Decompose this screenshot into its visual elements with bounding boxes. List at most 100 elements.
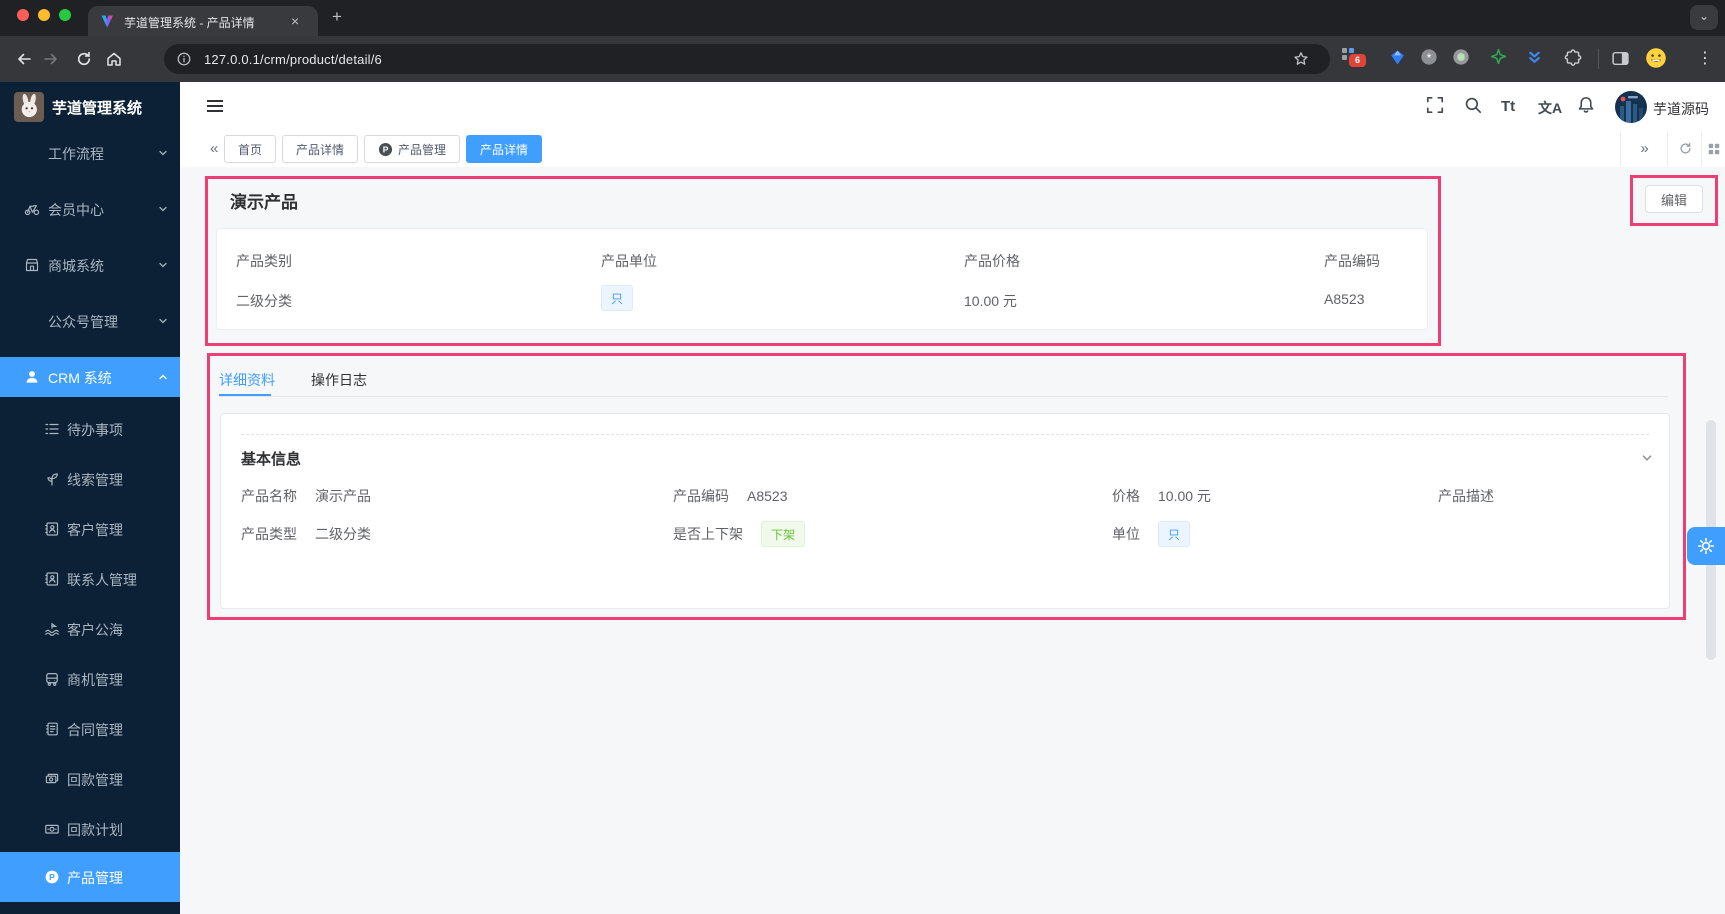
brand-title: 芋道管理系统 xyxy=(52,100,143,117)
tab-search-button[interactable]: ⌄ xyxy=(1690,5,1718,30)
sidebar-item-business[interactable]: 商机管理 xyxy=(0,659,180,699)
tab-close-icon[interactable]: × xyxy=(291,13,299,29)
extension-badge: 6 xyxy=(1349,54,1366,67)
extension-star-icon[interactable] xyxy=(1490,48,1507,65)
user-avatar[interactable] xyxy=(1615,91,1647,123)
fullscreen-icon[interactable] xyxy=(1425,95,1445,115)
yudao-favicon xyxy=(99,13,115,29)
gear-icon xyxy=(1697,537,1715,555)
bell-icon[interactable] xyxy=(1576,95,1596,115)
font-size-icon[interactable]: Tt xyxy=(1501,98,1515,115)
clue-sprout-icon xyxy=(44,471,60,487)
forward-icon[interactable] xyxy=(42,50,60,68)
product-title: 演示产品 xyxy=(230,193,298,212)
search-icon[interactable] xyxy=(1463,95,1483,115)
chevron-down-icon xyxy=(158,260,168,270)
browser-menu-icon[interactable]: ⋮ xyxy=(1697,48,1713,68)
extension-double-chevron-icon[interactable] xyxy=(1526,49,1543,66)
sidebar-item-workflow[interactable]: 工作流程 xyxy=(0,133,180,173)
collapse-chevron-icon[interactable] xyxy=(1641,452,1653,464)
contact-book-icon xyxy=(44,521,60,537)
sidebar-item-contact[interactable]: 联系人管理 xyxy=(0,559,180,599)
browser-toolbar: 127.0.0.1/crm/product/detail/6 6 * ⋮ xyxy=(0,36,1725,82)
sidebar-item-todo[interactable]: 待办事项 xyxy=(0,409,180,449)
tag-chip-product-manage[interactable]: P 产品管理 xyxy=(364,135,461,163)
sidebar-item-clue[interactable]: 线索管理 xyxy=(0,459,180,499)
username[interactable]: 芋道源码 xyxy=(1653,99,1709,119)
locale-icon[interactable]: 文A xyxy=(1538,98,1562,118)
field-product-name: 产品名称 演示产品 xyxy=(241,488,371,504)
profile-avatar-emoji[interactable] xyxy=(1645,47,1667,69)
window-close-button[interactable] xyxy=(17,9,29,21)
browser-tab[interactable]: 芋道管理系统 - 产品详情 × xyxy=(88,6,318,36)
svg-text:P: P xyxy=(49,872,55,882)
sidebar-item-member-center[interactable]: 会员中心 xyxy=(0,189,180,229)
active-tab-underline xyxy=(219,394,271,396)
product-price-value: 10.00 元 xyxy=(964,293,1017,309)
section-title: 基本信息 xyxy=(241,451,302,468)
product-summary-card: 产品类别 二级分类 产品单位 只 产品价格 10.00 元 产品编码 A8523 xyxy=(216,228,1428,330)
reload-icon[interactable] xyxy=(75,50,93,68)
app-header: Tt 文A 芋道源码 xyxy=(180,82,1725,132)
contact-book-icon xyxy=(44,571,60,587)
product-code-value: A8523 xyxy=(1324,291,1365,307)
product-category-value: 二级分类 xyxy=(236,293,292,309)
sidebar-item-official-account[interactable]: 公众号管理 xyxy=(0,301,180,341)
home-icon[interactable] xyxy=(105,50,123,68)
url-bar[interactable]: 127.0.0.1/crm/product/detail/6 xyxy=(164,44,1330,74)
tag-chip-product-detail-active[interactable]: 产品详情 xyxy=(466,135,543,163)
field-product-type: 产品类型 二级分类 xyxy=(241,526,371,542)
browser-tabstrip: 芋道管理系统 - 产品详情 × + ⌄ xyxy=(0,0,1725,36)
extension-circle-asterisk-icon[interactable]: * xyxy=(1420,48,1438,66)
tags-expand-button[interactable]: » xyxy=(1620,131,1668,166)
extension-grid-badge-icon[interactable]: 6 xyxy=(1341,47,1366,71)
todo-list-icon xyxy=(44,421,60,437)
dashed-divider xyxy=(241,434,1649,435)
url-text: 127.0.0.1/crm/product/detail/6 xyxy=(204,52,382,67)
main-content: 演示产品 编辑 产品类别 二级分类 产品单位 只 产品价格 10.00 元 产品… xyxy=(180,167,1725,914)
extension-gem-icon[interactable] xyxy=(1389,49,1406,66)
side-panel-icon[interactable] xyxy=(1611,49,1630,68)
settings-gear-button[interactable] xyxy=(1687,527,1725,565)
svg-text:*: * xyxy=(1427,51,1432,65)
layout-grid-icon[interactable] xyxy=(1701,131,1725,166)
off-shelf-tag: 下架 xyxy=(761,521,806,547)
tags-collapse-icon[interactable]: « xyxy=(210,140,218,157)
menu-fold-icon[interactable] xyxy=(207,97,223,115)
back-icon[interactable] xyxy=(15,50,33,68)
sidebar-item-mall-system[interactable]: 商城系统 xyxy=(0,245,180,285)
sidebar-item-customer[interactable]: 客户管理 xyxy=(0,509,180,549)
tabs-divider xyxy=(219,396,1668,397)
sidebar-item-public-sea[interactable]: 客户公海 xyxy=(0,609,180,649)
extension-circle-dot-icon[interactable] xyxy=(1452,48,1470,66)
sidebar-item-receivable-plan[interactable]: 回款计划 xyxy=(0,809,180,849)
unit-tag: 只 xyxy=(1158,521,1191,547)
extensions-puzzle-icon[interactable] xyxy=(1564,48,1582,66)
window-zoom-button[interactable] xyxy=(59,9,71,21)
sidebar-item-product[interactable]: P 产品管理 xyxy=(0,852,180,902)
tags-refresh-icon[interactable] xyxy=(1667,131,1702,166)
new-tab-button[interactable]: + xyxy=(332,7,342,27)
field-product-code: 产品编码 A8523 xyxy=(673,488,788,504)
sidebar-item-crm-system[interactable]: CRM 系统 xyxy=(0,357,180,397)
sidebar-item-contract[interactable]: 合同管理 xyxy=(0,709,180,749)
banknote-icon xyxy=(44,821,60,837)
field-shelf-status: 是否上下架 下架 xyxy=(673,521,806,547)
edit-button[interactable]: 编辑 xyxy=(1645,185,1703,213)
screen: 芋道管理系统 - 产品详情 × + ⌄ 127.0.0.1/crm/produc… xyxy=(0,0,1725,914)
sidebar-item-receivable[interactable]: 回款管理 xyxy=(0,759,180,799)
site-info-icon[interactable] xyxy=(176,51,192,67)
chevron-up-icon xyxy=(158,372,168,382)
money-icon xyxy=(44,771,60,787)
tab-detail-info[interactable]: 详细资料 xyxy=(219,370,275,390)
tag-chip-product-detail[interactable]: 产品详情 xyxy=(282,135,359,163)
chevron-down-icon xyxy=(158,204,168,214)
window-minimize-button[interactable] xyxy=(38,9,50,21)
bookmark-star-icon[interactable] xyxy=(1292,50,1310,68)
bus-icon xyxy=(44,671,60,687)
sea-waves-icon xyxy=(44,621,60,637)
unit-tag: 只 xyxy=(601,285,634,311)
tag-chip-home[interactable]: 首页 xyxy=(224,135,277,163)
user-icon xyxy=(24,369,40,385)
tab-operation-log[interactable]: 操作日志 xyxy=(311,370,367,390)
